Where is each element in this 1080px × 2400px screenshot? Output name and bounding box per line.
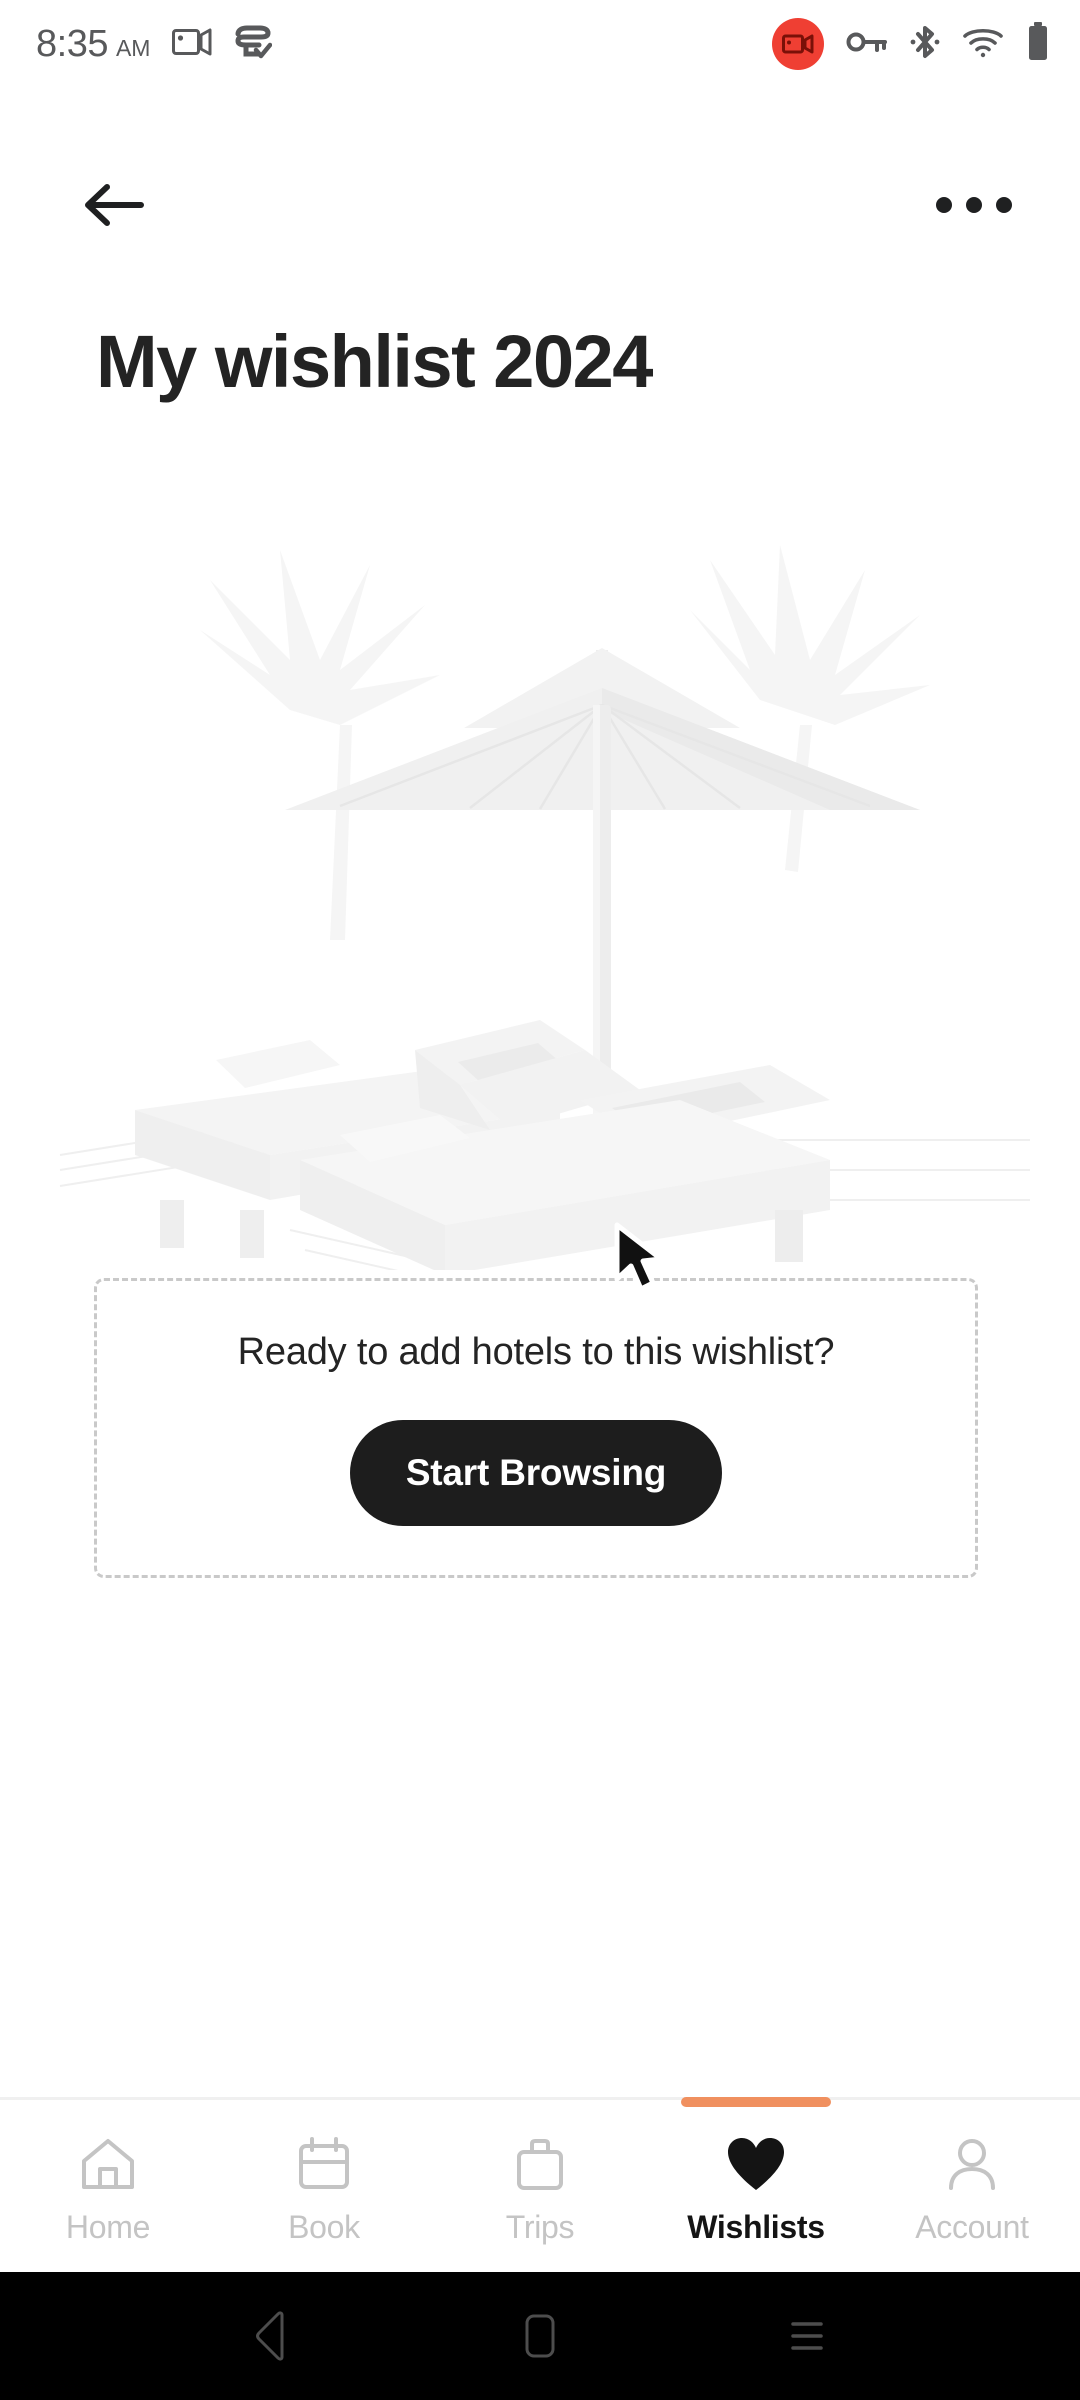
page-title: My wishlist 2024	[96, 320, 653, 403]
data-saver-check-icon	[234, 25, 273, 64]
status-clock: 8:35 AM	[36, 23, 150, 66]
nav-item-wishlists[interactable]: Wishlists	[648, 2097, 864, 2272]
screen-recording-active-icon	[772, 18, 824, 70]
bottom-navigation-bar: Home Book Trips Wishlists Account	[0, 2097, 1080, 2272]
status-bar-right	[772, 18, 1050, 70]
phone-screen: 8:35 AM My wishlist 2024 Ready to add ho…	[0, 0, 1080, 2400]
system-recents-button[interactable]	[752, 2281, 862, 2391]
nav-label-trips: Trips	[505, 2208, 575, 2245]
vpn-key-icon	[846, 29, 888, 60]
briefcase-icon	[513, 2133, 567, 2195]
nav-label-account: Account	[915, 2208, 1029, 2245]
nav-item-book[interactable]: Book	[216, 2100, 432, 2272]
hamburger-recents-icon	[790, 2322, 823, 2350]
start-browsing-button[interactable]: Start Browsing	[349, 1419, 723, 1526]
nav-label-wishlists: Wishlists	[687, 2208, 825, 2245]
battery-full-icon	[1026, 21, 1050, 67]
overflow-dot	[966, 197, 982, 213]
app-bar	[0, 150, 1080, 260]
back-arrow-icon	[85, 184, 144, 226]
overflow-dot	[936, 197, 952, 213]
nav-item-account[interactable]: Account	[864, 2100, 1080, 2272]
wifi-icon	[962, 26, 1004, 63]
system-back-button[interactable]	[218, 2281, 328, 2391]
beach-loungers-umbrella-illustration	[40, 510, 1040, 1270]
nav-item-home[interactable]: Home	[0, 2100, 216, 2272]
triangle-back-icon	[256, 2311, 284, 2361]
status-bar: 8:35 AM	[0, 0, 1080, 88]
back-button[interactable]	[74, 165, 154, 245]
nav-item-trips[interactable]: Trips	[432, 2100, 648, 2272]
calendar-icon	[296, 2133, 352, 2195]
overflow-dot	[996, 197, 1012, 213]
empty-state-prompt: Ready to add hotels to this wishlist?	[237, 1330, 835, 1373]
home-icon	[79, 2133, 137, 2195]
nav-label-home: Home	[65, 2208, 151, 2245]
empty-state-card: Ready to add hotels to this wishlist? St…	[94, 1278, 978, 1578]
screen-record-icon	[172, 26, 212, 63]
heart-filled-icon	[725, 2133, 787, 2195]
status-bar-left: 8:35 AM	[36, 23, 273, 66]
system-home-button[interactable]	[485, 2281, 595, 2391]
status-clock-time: 8:35	[36, 22, 108, 65]
more-vert-icon	[936, 197, 1012, 213]
active-tab-indicator	[681, 2097, 831, 2107]
nav-label-book: Book	[288, 2208, 360, 2245]
person-icon	[944, 2133, 1000, 2195]
bluetooth-icon	[910, 23, 940, 66]
status-clock-period: AM	[115, 34, 151, 61]
rounded-square-home-icon	[525, 2314, 555, 2358]
android-system-navigation-bar	[0, 2272, 1080, 2400]
overflow-menu-button[interactable]	[934, 165, 1014, 245]
